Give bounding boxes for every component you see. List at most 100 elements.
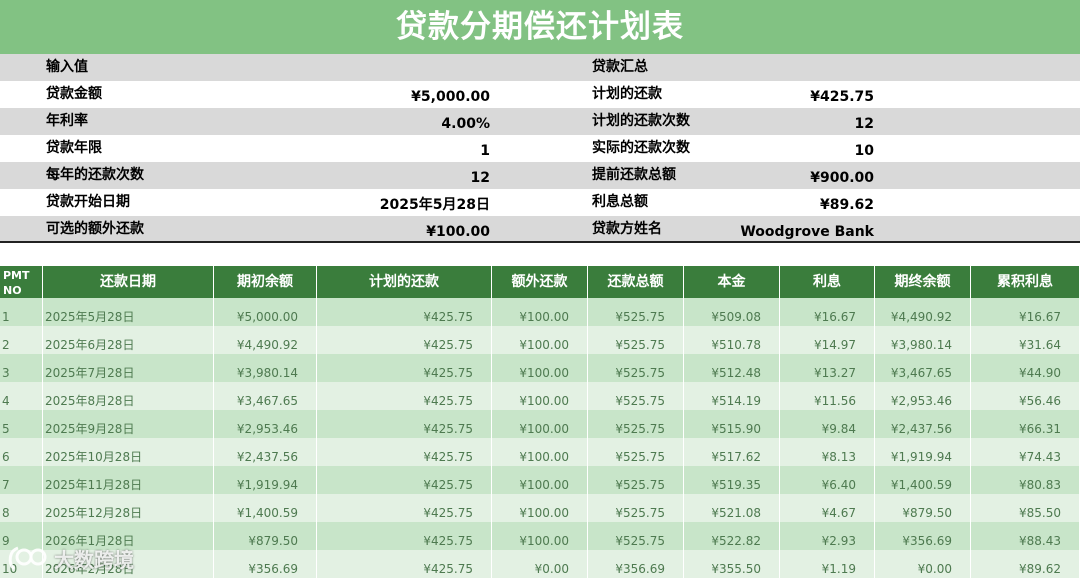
table-cell: ¥525.75 [588, 326, 684, 354]
table-cell: ¥1,400.59 [875, 466, 971, 494]
table-cell: ¥1,919.94 [875, 438, 971, 466]
table-cell: ¥3,980.14 [875, 326, 971, 354]
table-cell: ¥517.62 [684, 438, 780, 466]
table-row: 6 2025年10月28日 ¥2,437.56 ¥425.75 ¥100.00 ¥525.… [0, 438, 1080, 466]
table-cell: 8 [0, 494, 43, 522]
table-cell: ¥425.75 [317, 298, 492, 326]
summary-label: 贷款汇总 [592, 59, 648, 75]
table-row: 8 2025年12月28日 ¥1,400.59 ¥425.75 ¥100.00 ¥525.… [0, 494, 1080, 522]
table-cell: ¥100.00 [492, 466, 588, 494]
table-cell: ¥356.69 [875, 522, 971, 550]
table-cell: ¥525.75 [588, 522, 684, 550]
table-cell: ¥509.08 [684, 298, 780, 326]
table-cell: ¥1,919.94 [214, 466, 317, 494]
column-header: 还款总额 [588, 266, 684, 298]
table-cell: ¥85.50 [971, 494, 1080, 522]
summary-value: 4.00% [441, 116, 490, 132]
summary-row: 输入值 贷款汇总 [0, 54, 1080, 81]
table-cell: ¥100.00 [492, 522, 588, 550]
column-header: PMT NO [0, 266, 43, 298]
table-cell: ¥515.90 [684, 410, 780, 438]
table-cell: ¥2.93 [780, 522, 875, 550]
watermark-text: 大数跨境 [54, 547, 134, 572]
table-cell: ¥31.64 [971, 326, 1080, 354]
table-cell: 2 [0, 326, 43, 354]
column-header: 额外还款 [492, 266, 588, 298]
table-row: 4 2025年8月28日 ¥3,467.65 ¥425.75 ¥100.00 ¥525.7… [0, 382, 1080, 410]
table-cell: ¥525.75 [588, 438, 684, 466]
table-cell: ¥88.43 [971, 522, 1080, 550]
table-cell: 7 [0, 466, 43, 494]
table-cell: ¥1,400.59 [214, 494, 317, 522]
table-cell: ¥89.62 [971, 550, 1080, 578]
table-cell: ¥510.78 [684, 326, 780, 354]
summary-value: ¥425.75 [810, 89, 874, 105]
summary-row: 每年的还款次数 12 提前还款总额 ¥900.00 [0, 162, 1080, 189]
table-row: 3 2025年7月28日 ¥3,980.14 ¥425.75 ¥100.00 ¥525.7… [0, 354, 1080, 382]
table-cell: ¥74.43 [971, 438, 1080, 466]
table-cell: ¥2,437.56 [875, 410, 971, 438]
column-header: 期终余额 [875, 266, 971, 298]
summary-label: 年利率 [46, 113, 88, 129]
table-cell: 2025年9月28日 [43, 410, 214, 438]
table-cell: ¥356.69 [588, 550, 684, 578]
table-cell: 2025年5月28日 [43, 298, 214, 326]
table-cell: ¥4,490.92 [875, 298, 971, 326]
summary-value: 12 [854, 116, 874, 132]
column-header: 计划的还款 [317, 266, 492, 298]
table-cell: ¥100.00 [492, 438, 588, 466]
table-cell: 2025年10月28日 [43, 438, 214, 466]
summary-label: 贷款方姓名 [592, 221, 662, 237]
table-cell: 5 [0, 410, 43, 438]
column-header: 期初余额 [214, 266, 317, 298]
table-cell: ¥356.69 [214, 550, 317, 578]
summary-value: ¥100.00 [426, 224, 490, 240]
table-cell: ¥56.46 [971, 382, 1080, 410]
column-header: 利息 [780, 266, 875, 298]
table-cell: ¥100.00 [492, 382, 588, 410]
table-cell: ¥425.75 [317, 438, 492, 466]
table-cell: ¥425.75 [317, 550, 492, 578]
table-cell: ¥100.00 [492, 298, 588, 326]
table-cell: ¥2,953.46 [214, 410, 317, 438]
summary-label: 贷款年限 [46, 140, 102, 156]
summary-value: ¥5,000.00 [411, 89, 490, 105]
table-cell: ¥4.67 [780, 494, 875, 522]
table-cell: 2025年12月28日 [43, 494, 214, 522]
table-cell: ¥3,467.65 [875, 354, 971, 382]
table-cell: ¥525.75 [588, 298, 684, 326]
table-cell: ¥100.00 [492, 326, 588, 354]
column-header: 累积利息 [971, 266, 1080, 298]
summary-value: 1 [480, 143, 490, 159]
table-cell: ¥11.56 [780, 382, 875, 410]
table-cell: ¥425.75 [317, 326, 492, 354]
table-cell: ¥512.48 [684, 354, 780, 382]
table-cell: ¥100.00 [492, 410, 588, 438]
table-cell: ¥425.75 [317, 494, 492, 522]
table-cell: ¥16.67 [971, 298, 1080, 326]
table-cell: ¥514.19 [684, 382, 780, 410]
table-cell: ¥522.82 [684, 522, 780, 550]
watermark: 大数跨境 [6, 541, 134, 575]
table-cell: ¥0.00 [492, 550, 588, 578]
table-cell: 2025年11月28日 [43, 466, 214, 494]
summary-value: 10 [854, 143, 874, 159]
table-cell: ¥525.75 [588, 382, 684, 410]
summary-row: 贷款年限 1 实际的还款次数 10 [0, 135, 1080, 162]
summary-label: 利息总额 [592, 194, 648, 210]
summary-label: 贷款金额 [46, 86, 102, 102]
summary-label: 实际的还款次数 [592, 140, 690, 156]
table-cell: ¥100.00 [492, 354, 588, 382]
page-title: 贷款分期偿还计划表 [0, 0, 1080, 54]
summary-value: 12 [470, 170, 490, 186]
table-cell: ¥44.90 [971, 354, 1080, 382]
summary-row: 年利率 4.00% 计划的还款次数 12 [0, 108, 1080, 135]
table-cell: ¥519.35 [684, 466, 780, 494]
table-cell: ¥0.00 [875, 550, 971, 578]
summary-row: 贷款金额 ¥5,000.00 计划的还款 ¥425.75 [0, 81, 1080, 108]
column-header: 还款日期 [43, 266, 214, 298]
table-cell: ¥425.75 [317, 410, 492, 438]
summary-label: 每年的还款次数 [46, 167, 144, 183]
summary-value: 2025年5月28日 [379, 197, 490, 213]
table-cell: ¥100.00 [492, 494, 588, 522]
